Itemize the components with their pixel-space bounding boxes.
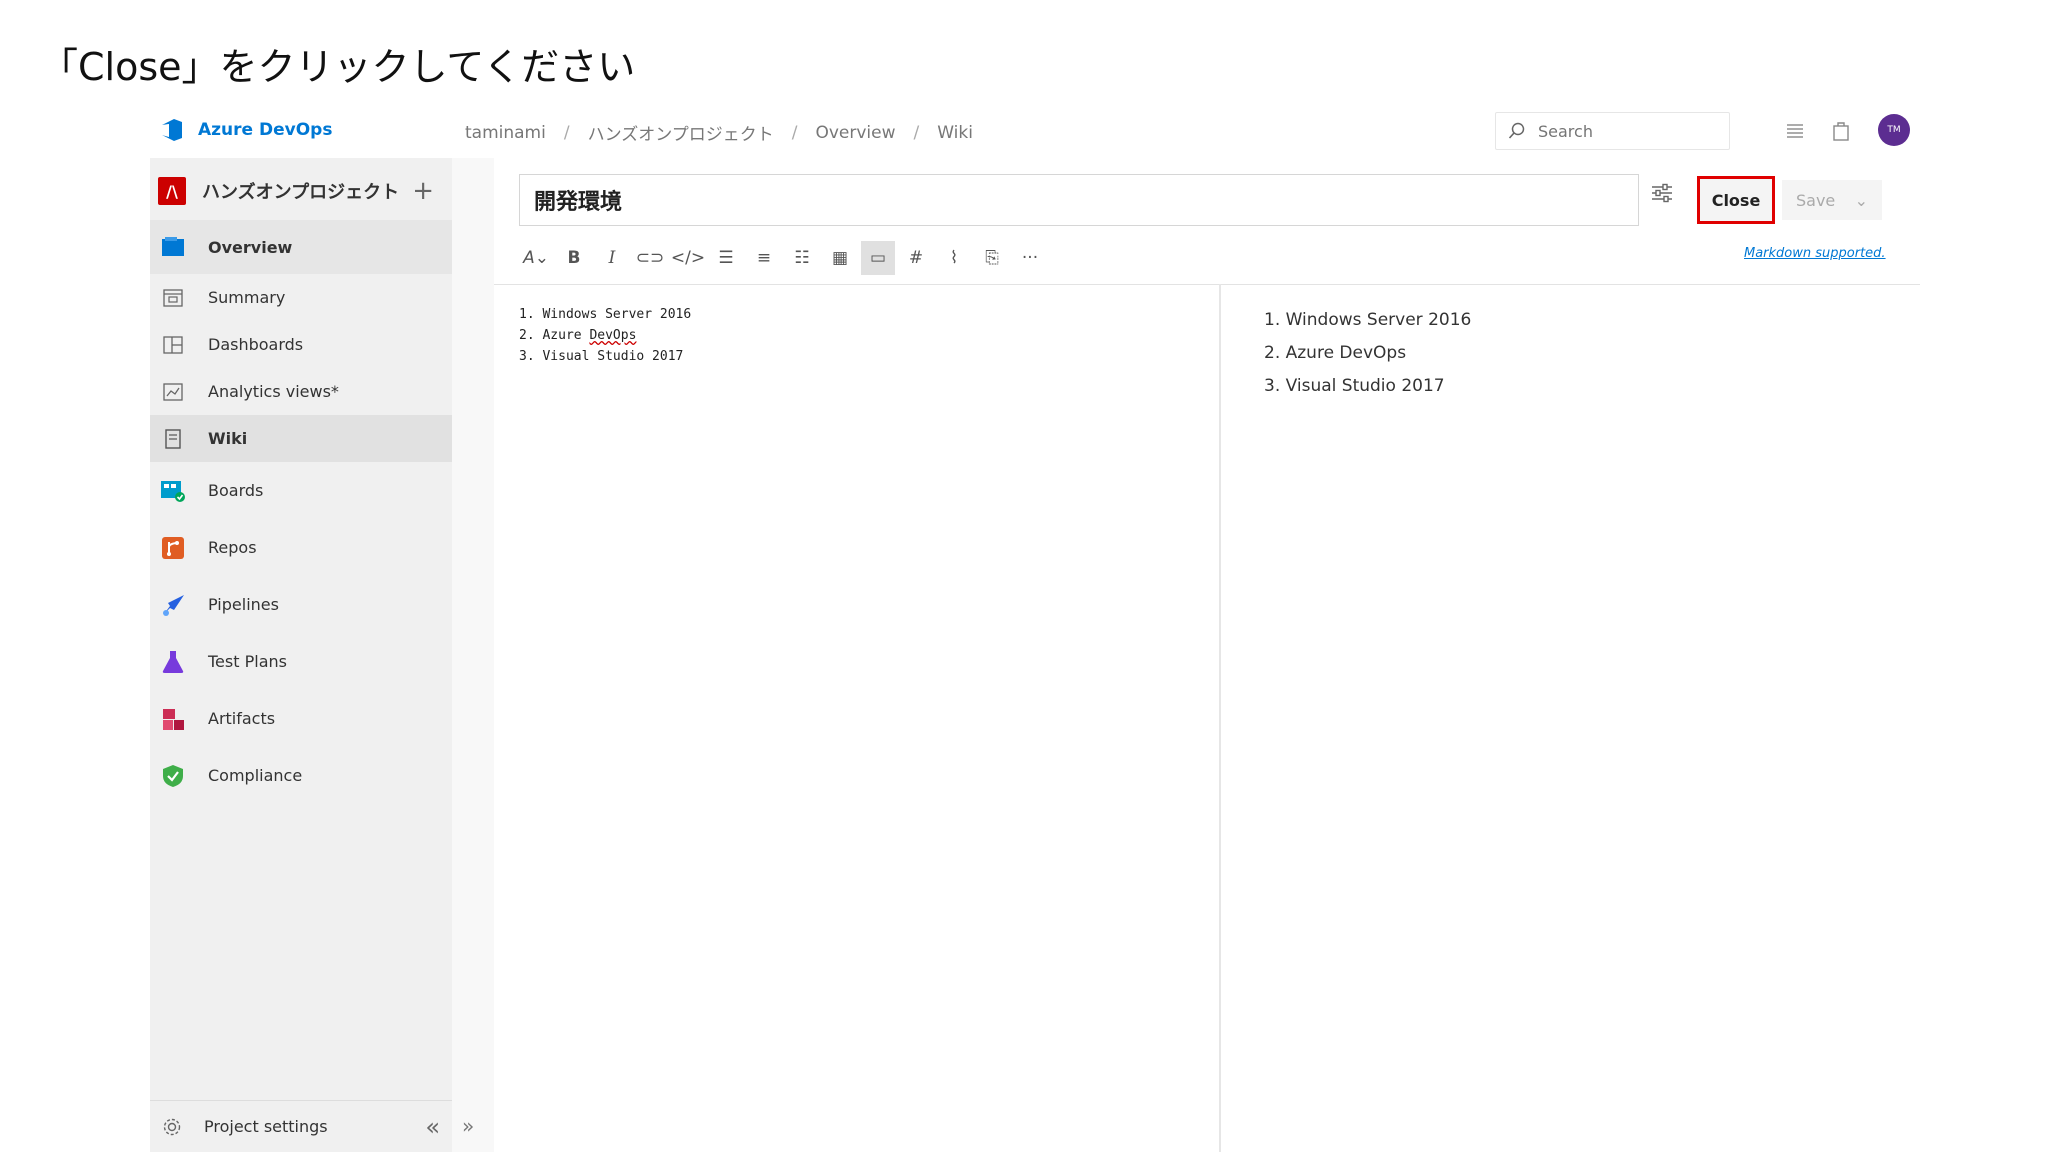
user-avatar[interactable]: TM	[1878, 114, 1910, 146]
save-button[interactable]: Save ⌄	[1782, 180, 1882, 220]
link-icon[interactable]: ⊂⊃	[633, 241, 667, 275]
shopping-bag-icon[interactable]	[1828, 118, 1854, 144]
sidebar-item-label: Pipelines	[208, 595, 279, 614]
sidebar-item-analytics-views[interactable]: Analytics views*	[150, 368, 452, 415]
overview-icon	[160, 234, 186, 260]
project-header[interactable]: /\ ハンズオンプロジェクト +	[158, 172, 448, 210]
sidebar-nav: Overview Summary Dashboards Analytics vi…	[150, 220, 452, 804]
project-name: ハンズオンプロジェクト	[202, 182, 400, 203]
source-line: 2. Azure	[519, 328, 590, 343]
toolbar-divider	[494, 284, 1920, 285]
sidebar-item-summary[interactable]: Summary	[150, 274, 452, 321]
test-plans-icon	[160, 649, 186, 675]
sidebar-item-dashboards[interactable]: Dashboards	[150, 321, 452, 368]
sidebar-item-artifacts[interactable]: Artifacts	[150, 690, 452, 747]
brand[interactable]: Azure DevOps	[158, 116, 332, 144]
brand-name: Azure DevOps	[198, 120, 333, 140]
azure-devops-window: Azure DevOps taminami / ハンズオンプロジェクト / Ov…	[150, 108, 1920, 1152]
spellcheck-word: DevOps	[589, 328, 637, 343]
project-badge: /\	[158, 177, 186, 205]
source-line: 1. Windows Server 2016	[519, 307, 692, 322]
search-icon	[1508, 122, 1525, 139]
sidebar-item-label: Overview	[208, 237, 293, 257]
sidebar-item-repos[interactable]: Repos	[150, 519, 452, 576]
instruction-text: 「Close」をクリックしてください	[40, 45, 636, 89]
add-icon[interactable]: +	[412, 176, 434, 206]
list-icon[interactable]	[1782, 118, 1808, 144]
page-title-input[interactable]	[519, 174, 1639, 226]
heading-icon[interactable]: #	[899, 241, 933, 275]
save-button-label: Save	[1796, 190, 1836, 210]
sidebar-item-overview[interactable]: Overview	[150, 220, 452, 274]
breadcrumb-project[interactable]: ハンズオンプロジェクト	[588, 120, 774, 145]
table-icon[interactable]: ▦	[823, 241, 857, 275]
pane-divider[interactable]	[1219, 284, 1221, 1152]
markdown-supported-link[interactable]: Markdown supported.	[1744, 246, 1886, 261]
sidebar-item-label: Summary	[208, 288, 286, 307]
bulleted-list-icon[interactable]: ☰	[709, 241, 743, 275]
wiki-icon	[160, 426, 186, 452]
breadcrumb-separator: /	[563, 122, 570, 143]
formatting-toolbar: A⌄ B I ⊂⊃ </> ☰ ≡ ☷ ▦ ▭ # ⌇ ⎘ ···	[519, 240, 1047, 276]
sidebar-item-label: Wiki	[208, 429, 248, 448]
pipelines-icon	[160, 592, 186, 618]
sidebar-item-label: Artifacts	[208, 709, 276, 728]
sidebar-item-label: Analytics views*	[208, 382, 339, 401]
dashboards-icon	[160, 332, 186, 358]
breadcrumb-overview[interactable]: Overview	[815, 123, 895, 143]
wiki-editor: Close Save ⌄ A⌄ B I ⊂⊃ </> ☰ ≡ ☷ ▦ ▭ # ⌇…	[494, 158, 1920, 1152]
text-style-icon[interactable]: A⌄	[519, 241, 553, 275]
search-box[interactable]	[1495, 112, 1730, 150]
azure-devops-logo-icon	[162, 119, 182, 141]
analytics-icon	[160, 379, 186, 405]
preview-list-item: 2. Azure DevOps	[1264, 343, 1407, 363]
project-settings[interactable]: Project settings «	[150, 1100, 452, 1152]
sidebar-item-wiki[interactable]: Wiki	[150, 415, 452, 462]
sidebar-item-pipelines[interactable]: Pipelines	[150, 576, 452, 633]
sidebar-item-test-plans[interactable]: Test Plans	[150, 633, 452, 690]
sidebar-item-label: Test Plans	[208, 652, 287, 671]
bold-icon[interactable]: B	[557, 241, 591, 275]
sidebar-gutter: »	[452, 158, 494, 1152]
chevron-down-icon[interactable]: ⌄	[1855, 191, 1868, 210]
checklist-icon[interactable]: ☷	[785, 241, 819, 275]
clipboard-icon[interactable]: ⎘	[975, 241, 1009, 275]
attachment-icon[interactable]: ⌇	[937, 241, 971, 275]
top-bar: Azure DevOps taminami / ハンズオンプロジェクト / Ov…	[150, 108, 1920, 156]
sidebar-item-label: Repos	[208, 538, 257, 557]
sidebar-item-label: Dashboards	[208, 335, 304, 354]
expand-panel-icon[interactable]: »	[462, 1114, 474, 1138]
breadcrumb-separator: /	[791, 122, 798, 143]
preview-list-item: 1. Windows Server 2016	[1264, 310, 1472, 330]
numbered-list-icon[interactable]: ≡	[747, 241, 781, 275]
close-button[interactable]: Close	[1697, 176, 1775, 224]
sidebar-item-label: Boards	[208, 481, 264, 500]
preview-list-item: 3. Visual Studio 2017	[1264, 376, 1445, 396]
collapse-sidebar-icon[interactable]: «	[425, 1113, 440, 1141]
sidebar-item-compliance[interactable]: Compliance	[150, 747, 452, 804]
markdown-source-editor[interactable]: 1. Windows Server 2016 2. Azure DevOps 3…	[519, 304, 691, 367]
settings-sliders-icon[interactable]	[1649, 180, 1677, 208]
preview-toggle-icon[interactable]: ▭	[861, 241, 895, 275]
sidebar-item-boards[interactable]: Boards	[150, 462, 452, 519]
italic-icon[interactable]: I	[595, 241, 629, 275]
breadcrumb-separator: /	[913, 122, 920, 143]
sidebar-item-label: Compliance	[208, 766, 303, 785]
breadcrumb-wiki[interactable]: Wiki	[937, 123, 973, 143]
markdown-preview: 1. Windows Server 2016 2. Azure DevOps 3…	[1264, 304, 1471, 403]
more-options-icon[interactable]: ···	[1013, 241, 1047, 275]
artifacts-icon	[160, 706, 186, 732]
boards-icon	[160, 478, 186, 504]
breadcrumb: taminami / ハンズオンプロジェクト / Overview / Wiki	[465, 120, 973, 146]
search-input[interactable]	[1538, 121, 1708, 141]
code-icon[interactable]: </>	[671, 241, 705, 275]
sidebar: /\ ハンズオンプロジェクト + Overview Summary Dashbo…	[150, 158, 452, 1152]
gear-icon	[163, 1118, 181, 1135]
summary-icon	[160, 285, 186, 311]
project-settings-label: Project settings	[204, 1117, 328, 1136]
repos-icon	[160, 535, 186, 561]
source-line: 3. Visual Studio 2017	[519, 349, 684, 364]
breadcrumb-org[interactable]: taminami	[465, 123, 546, 143]
compliance-icon	[160, 763, 186, 789]
